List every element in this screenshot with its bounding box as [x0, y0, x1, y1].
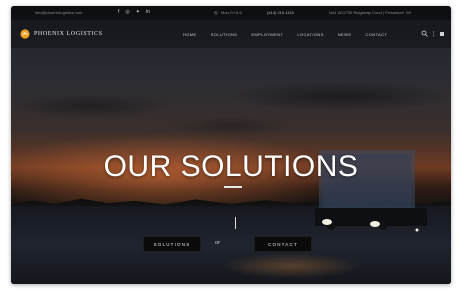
main-menu: HOME SOLUTIONS EMPLOYMENT LOCATIONS NEWS…	[183, 32, 401, 37]
title-underline	[224, 186, 242, 188]
contact-button[interactable]: CONTACT	[254, 236, 312, 252]
topbar-phone[interactable]: (414) 210-1115	[267, 10, 294, 15]
browser-frame: info@phoenixlogistics.com f ◎ ✦ in ◷ Mon…	[11, 6, 451, 284]
topbar-email[interactable]: info@phoenixlogistics.com	[35, 10, 82, 15]
nav-solutions[interactable]: SOLUTIONS	[211, 32, 238, 37]
center-divider	[235, 217, 236, 229]
clock-icon: ◷	[214, 10, 218, 15]
top-info-bar: info@phoenixlogistics.com f ◎ ✦ in ◷ Mon…	[11, 6, 451, 20]
site-logo[interactable]: PHOENIX LOGISTICS	[20, 29, 103, 39]
search-icon[interactable]	[421, 30, 428, 37]
or-separator: or	[215, 240, 221, 246]
nav-home[interactable]: HOME	[183, 32, 197, 37]
nav-news[interactable]: NEWS	[338, 32, 352, 37]
topbar-hours: Mon-Fri 8-5	[221, 10, 242, 15]
hero-title: OUR SOLUTIONS	[103, 150, 359, 183]
nav-divider	[433, 30, 434, 37]
brand-name: PHOENIX LOGISTICS	[34, 31, 103, 37]
facebook-icon[interactable]: f	[118, 9, 119, 15]
nav-employment[interactable]: EMPLOYMENT	[251, 32, 283, 37]
linkedin-icon[interactable]: in	[146, 9, 150, 15]
solutions-button[interactable]: SOLUTIONS	[143, 236, 201, 252]
social-links: f ◎ ✦ in	[118, 9, 150, 15]
menu-toggle-icon[interactable]	[439, 31, 445, 37]
nav-icons	[421, 30, 445, 37]
main-navbar: PHOENIX LOGISTICS HOME SOLUTIONS EMPLOYM…	[11, 20, 451, 48]
twitter-icon[interactable]: ✦	[136, 9, 140, 15]
phoenix-logo-icon	[20, 29, 30, 39]
instagram-icon[interactable]: ◎	[125, 9, 129, 15]
hero-clouds	[11, 66, 451, 146]
nav-locations[interactable]: LOCATIONS	[297, 32, 323, 37]
nav-contact[interactable]: CONTACT	[365, 32, 387, 37]
topbar-address: N44 W22755 Ridgeway Court | Pewaukee, WI	[329, 10, 411, 15]
